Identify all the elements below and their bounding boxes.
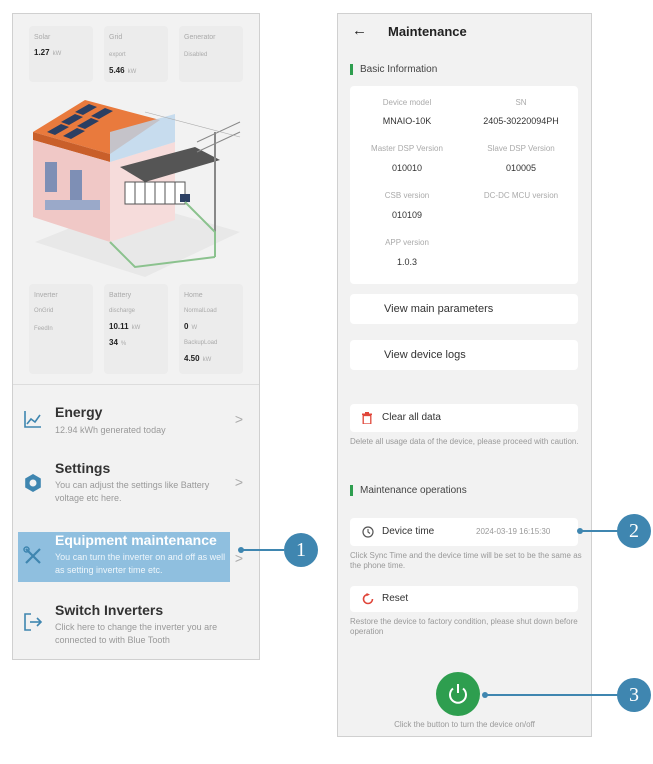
grid-label: Grid [109, 34, 123, 41]
menu-energy[interactable]: Energy 12.94 kWh generated today > [13, 394, 259, 444]
device-time-row[interactable]: Device time 2024-03-19 16:15:30 [350, 518, 578, 546]
tools-icon [23, 546, 41, 564]
callout-3-line [485, 694, 620, 696]
power-note: Click the button to turn the device on/o… [394, 720, 535, 729]
battery-sub: discharge [109, 308, 136, 314]
reset-note: Restore the device to factory condition,… [350, 617, 578, 636]
chevron-right-icon: > [234, 474, 243, 490]
menu-switch-inverters[interactable]: Switch Inverters Click here to change th… [13, 594, 259, 654]
settings-title: Settings [55, 460, 111, 476]
battery-card[interactable]: Battery discharge 10.11 kW 34% [104, 284, 168, 374]
power-icon [449, 684, 467, 704]
clear-data-label: Clear all data [382, 412, 441, 423]
back-arrow-icon[interactable]: ← [352, 22, 367, 39]
sn-label: SN [515, 98, 527, 107]
sync-note: Click Sync Time and the device time will… [350, 551, 582, 570]
solar-value: 1.27 kW [34, 48, 62, 57]
device-time-label: Device time [382, 526, 435, 537]
solar-label: Solar [34, 34, 51, 41]
battery-soc: 34% [109, 338, 127, 347]
csb-label: CSB version [384, 191, 430, 200]
view-params-label: View main parameters [384, 303, 494, 315]
reset-label: Reset [382, 593, 409, 604]
device-model-value: MNAIO-10K [382, 116, 432, 126]
view-logs-label: View device logs [384, 349, 466, 361]
app-version-value: 1.0.3 [396, 257, 418, 267]
dcdc-label: DC-DC MCU version [483, 191, 559, 200]
callout-2-line [580, 530, 620, 532]
house-illustration [33, 100, 241, 277]
slave-dsp-label: Slave DSP Version [487, 144, 555, 153]
equipment-desc: You can turn the inverter on and off as … [55, 552, 226, 575]
menu-settings[interactable]: Settings You can adjust the settings lik… [13, 454, 259, 512]
section-marker [350, 64, 353, 75]
inverter-status-feed: FeedIn [34, 326, 53, 332]
energy-desc: 12.94 kWh generated today [55, 425, 166, 435]
callout-2: 2 [617, 514, 651, 548]
clear-data-button[interactable]: Clear all data [350, 404, 578, 432]
ops-title: Maintenance operations [360, 485, 467, 496]
chevron-right-icon: > [234, 411, 243, 427]
power-button[interactable] [436, 672, 480, 716]
home-card[interactable]: Home NormalLoad 0W BackupLoad 4.50 kW [179, 284, 243, 374]
grid-value: 5.46 kW [109, 66, 137, 75]
device-model-label: Device model [382, 98, 432, 107]
switch-desc: Click here to change the inverter you ar… [55, 622, 218, 645]
inverter-label: Inverter [34, 292, 58, 299]
generator-sub: Disabled [184, 52, 208, 58]
grid-sub: export [109, 52, 126, 58]
generator-label: Generator [184, 34, 216, 41]
equipment-title: Equipment maintenance [55, 532, 217, 548]
chart-icon [24, 411, 41, 428]
clock-icon [362, 526, 374, 538]
battery-power: 10.11 kW [109, 322, 141, 331]
home-label: Home [184, 292, 203, 299]
inverter-status-grid: OnGrid [34, 308, 54, 314]
csb-value: 010109 [391, 210, 423, 220]
menu-equipment-maintenance[interactable]: Equipment maintenance You can turn the i… [13, 522, 259, 582]
home-backup-load-label: BackupLoad [184, 340, 218, 346]
home-backup-load: 4.50 kW [184, 354, 212, 363]
trash-icon [362, 412, 372, 424]
callout-1: 1 [284, 533, 318, 567]
solar-card[interactable]: Solar 1.27 kW [29, 26, 93, 82]
reset-icon [362, 593, 374, 605]
inverter-card[interactable]: Inverter OnGrid FeedIn [29, 284, 93, 374]
sn-value: 2405-30220094PH [483, 116, 559, 126]
divider [13, 384, 259, 385]
page-title: Maintenance [388, 24, 467, 39]
reset-button[interactable]: Reset [350, 586, 578, 612]
app-version-label: APP version [385, 238, 429, 247]
energy-title: Energy [55, 404, 103, 420]
clear-data-note: Delete all usage data of the device, ple… [350, 437, 579, 446]
home-normal-load-label: NormalLoad [184, 308, 217, 314]
master-dsp-value: 010010 [391, 163, 423, 173]
section-marker [350, 485, 353, 496]
settings-desc: You can adjust the settings like Battery… [55, 480, 210, 503]
slave-dsp-value: 010005 [505, 163, 537, 173]
switch-title: Switch Inverters [55, 602, 164, 618]
header: ← Maintenance [338, 14, 591, 50]
maintenance-screen: ← Maintenance Basic Information Device m… [337, 13, 592, 737]
basic-info-title: Basic Information [360, 64, 438, 75]
view-params-button[interactable]: View main parameters [350, 294, 578, 324]
callout-3: 3 [617, 678, 651, 712]
view-logs-button[interactable]: View device logs [350, 340, 578, 370]
home-normal-load: 0W [184, 322, 198, 331]
generator-card[interactable]: Generator Disabled [179, 26, 243, 82]
home-screen: Solar 1.27 kW Grid export 5.46 kW Generato… [12, 13, 260, 660]
gear-icon [25, 474, 41, 492]
callout-1-line [241, 549, 284, 551]
battery-label: Battery [109, 292, 132, 299]
switch-icon [24, 613, 43, 631]
master-dsp-label: Master DSP Version [371, 144, 443, 153]
grid-card[interactable]: Grid export 5.46 kW [104, 26, 168, 82]
device-time-value: 2024-03-19 16:15:30 [476, 527, 551, 536]
device-info-card: Device model MNAIO-10K SN 2405-30220094P… [350, 86, 578, 284]
